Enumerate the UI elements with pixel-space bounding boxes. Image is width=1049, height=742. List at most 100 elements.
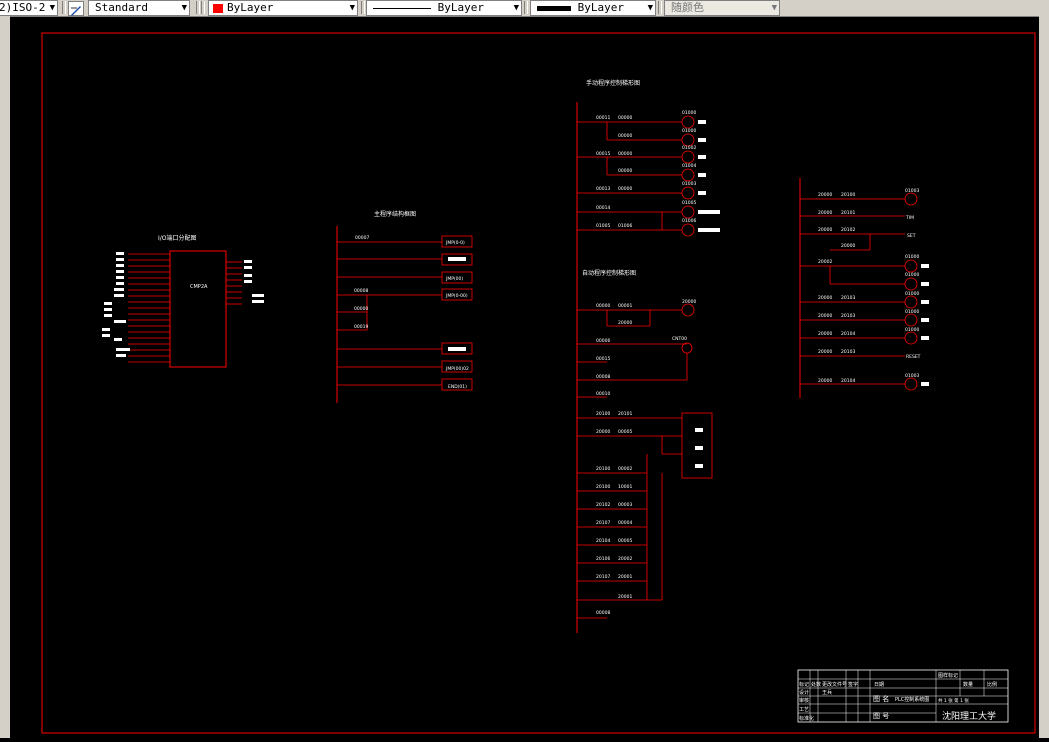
- pen-icon: [71, 6, 81, 16]
- auto-contact: 20002: [618, 556, 632, 562]
- chevron-down-icon: ▼: [647, 3, 653, 13]
- manual-coil: 01002: [682, 145, 696, 151]
- cad-drawing: I/O端口分配图 CMP2A 主程序结构框图 00007 00008 00000…: [10, 18, 1039, 738]
- lineweight-dropdown[interactable]: ByLayer ▼: [530, 0, 656, 16]
- drawing-name-label: 图 名: [873, 694, 889, 703]
- right-contact: 20000: [818, 378, 832, 384]
- main-block: JMP(0-00): [445, 293, 468, 299]
- title-block-row: 标准化: [799, 715, 814, 722]
- right-contact: 20002: [818, 259, 832, 265]
- auto-contact: 00001: [618, 303, 632, 309]
- manual-contact: 00000: [618, 186, 632, 192]
- auto-contact: 20107: [596, 520, 610, 526]
- lineweight-swatch: [537, 5, 571, 11]
- auto-contact: 00008: [596, 374, 610, 380]
- manual-coil: 01000: [682, 110, 696, 116]
- right-contact: 20000: [818, 192, 832, 198]
- toolbar: 2)ISO-2 ▼ Standard ▼ ByLayer ▼ ByLayer ▼…: [0, 0, 1049, 17]
- right-contact: 20103: [841, 313, 855, 319]
- linetype-dropdown[interactable]: ByLayer ▼: [366, 0, 522, 16]
- main-block: END(01): [448, 384, 467, 390]
- auto-counter: CNT00: [672, 336, 687, 342]
- drawing-canvas[interactable]: I/O端口分配图 CMP2A 主程序结构框图 00007 00008 00000…: [10, 18, 1039, 738]
- main-contact: 00000: [354, 306, 368, 312]
- main-contact: 00008: [354, 288, 368, 294]
- auto-contact: 20100: [596, 466, 610, 472]
- auto-contact: 20001: [618, 594, 632, 600]
- right-contact: 20000: [818, 349, 832, 355]
- right-coil: 01000: [905, 327, 919, 333]
- right-coil: RESET: [906, 354, 921, 360]
- auto-contact: 20000: [596, 429, 610, 435]
- chevron-down-icon: ▼: [49, 3, 55, 13]
- manual-contact: 01005: [596, 223, 610, 229]
- color-dropdown[interactable]: ByLayer ▼: [208, 0, 358, 16]
- manual-contact: 00000: [618, 168, 632, 174]
- vertical-scrollbar[interactable]: [1039, 16, 1049, 738]
- manual-contact: 00014: [596, 205, 610, 211]
- right-coil: SET: [907, 233, 916, 239]
- right-contact: 20103: [841, 295, 855, 301]
- toolbar-separator: [361, 1, 365, 14]
- auto-contact: 00002: [618, 466, 632, 472]
- manual-contact: 00000: [618, 115, 632, 121]
- linetype-swatch: [373, 7, 431, 9]
- plotstyle-dropdown[interactable]: 随颜色 ▼: [664, 0, 780, 16]
- right-contact: 20000: [818, 210, 832, 216]
- right-contact: 20000: [841, 243, 855, 249]
- manual-contact: 01006: [618, 223, 632, 229]
- auto-contact: 00004: [618, 520, 632, 526]
- dimstyle-value: 2)ISO-2: [0, 1, 46, 14]
- auto-contact: 20107: [596, 574, 610, 580]
- title-block-row: 工艺: [799, 707, 809, 713]
- right-contact: 20000: [818, 331, 832, 337]
- title-block-header: 更改文件号: [822, 681, 847, 688]
- plc-label: CMP2A: [190, 284, 208, 290]
- dimstyle-dropdown[interactable]: 2)ISO-2 ▼: [0, 0, 58, 16]
- chevron-down-icon: ▼: [513, 3, 519, 13]
- auto-contact: 20100: [596, 411, 610, 417]
- right-coil: 01000: [905, 309, 919, 315]
- auto-contact: 00005: [618, 429, 632, 435]
- right-coil: 01000: [905, 254, 919, 260]
- chevron-down-icon: ▼: [181, 3, 187, 13]
- auto-contact: 00015: [596, 356, 610, 362]
- title-block-row: 设计: [799, 689, 809, 696]
- auto-contact: 00005: [618, 538, 632, 544]
- title-block-header: 标记: [799, 681, 809, 688]
- right-contact: 20104: [841, 331, 855, 337]
- main-title: 主程序结构框图: [374, 210, 416, 218]
- right-contact: 20104: [841, 378, 855, 384]
- toolbar-separator: [201, 1, 205, 14]
- main-block: JMP(00)02: [445, 366, 469, 372]
- drawing-name: PLC控制系统图: [895, 696, 929, 703]
- textstyle-dropdown[interactable]: Standard ▼: [88, 0, 190, 16]
- auto-contact: 20101: [618, 411, 632, 417]
- auto-contact: 00003: [618, 502, 632, 508]
- toolbar-separator: [62, 1, 66, 14]
- manual-coil: 01003: [682, 181, 696, 187]
- manual-contact: 00015: [596, 151, 610, 157]
- window-left-edge: [0, 16, 10, 738]
- auto-contact: 00008: [596, 610, 610, 616]
- auto-contact: 20100: [596, 484, 610, 490]
- right-contact: 20000: [818, 295, 832, 301]
- designer-name: 王兵: [822, 689, 832, 696]
- chevron-down-icon: ▼: [771, 3, 777, 13]
- title-block-header: 数量: [963, 681, 973, 688]
- red-color-swatch: [213, 3, 223, 13]
- manual-contact: 00000: [618, 151, 632, 157]
- right-contact: 20100: [841, 192, 855, 198]
- manual-coil: 01005: [682, 200, 696, 206]
- textstyle-value: Standard: [95, 1, 148, 14]
- plotstyle-value: 随颜色: [671, 1, 704, 14]
- toolbar-separator: [658, 1, 662, 14]
- manual-coil: 01006: [682, 218, 696, 224]
- right-coil: 01000: [905, 272, 919, 278]
- title-block-header: 图样标记: [938, 672, 958, 679]
- title-block-header: 比例: [987, 681, 997, 688]
- drawing-number-label: 图 号: [873, 712, 889, 720]
- right-contact: 20000: [818, 313, 832, 319]
- chevron-down-icon: ▼: [349, 3, 355, 13]
- textstyle-icon[interactable]: [68, 1, 84, 16]
